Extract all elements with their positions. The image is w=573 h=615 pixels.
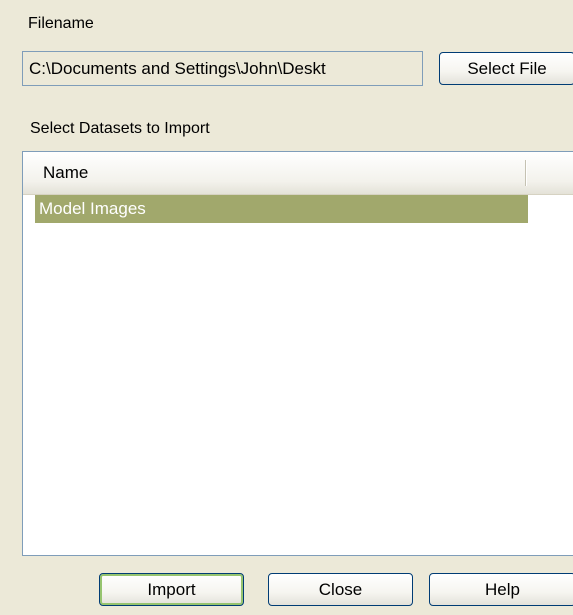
close-button[interactable]: Close — [268, 573, 413, 606]
datasets-label: Select Datasets to Import — [30, 120, 210, 137]
help-button[interactable]: Help — [429, 573, 573, 606]
list-header: Name — [23, 152, 573, 195]
list-item-model-images[interactable]: Model Images — [35, 195, 528, 223]
filename-label: Filename — [28, 15, 94, 32]
column-header-filler — [527, 152, 573, 194]
column-header-name[interactable]: Name — [23, 152, 525, 194]
import-button[interactable]: Import — [99, 573, 244, 606]
filename-field[interactable]: C:\Documents and Settings\John\Deskt — [22, 51, 423, 86]
datasets-list[interactable]: Name Model Images — [22, 151, 573, 556]
select-file-button[interactable]: Select File — [439, 52, 573, 85]
import-dialog: Filename C:\Documents and Settings\John\… — [0, 0, 573, 615]
